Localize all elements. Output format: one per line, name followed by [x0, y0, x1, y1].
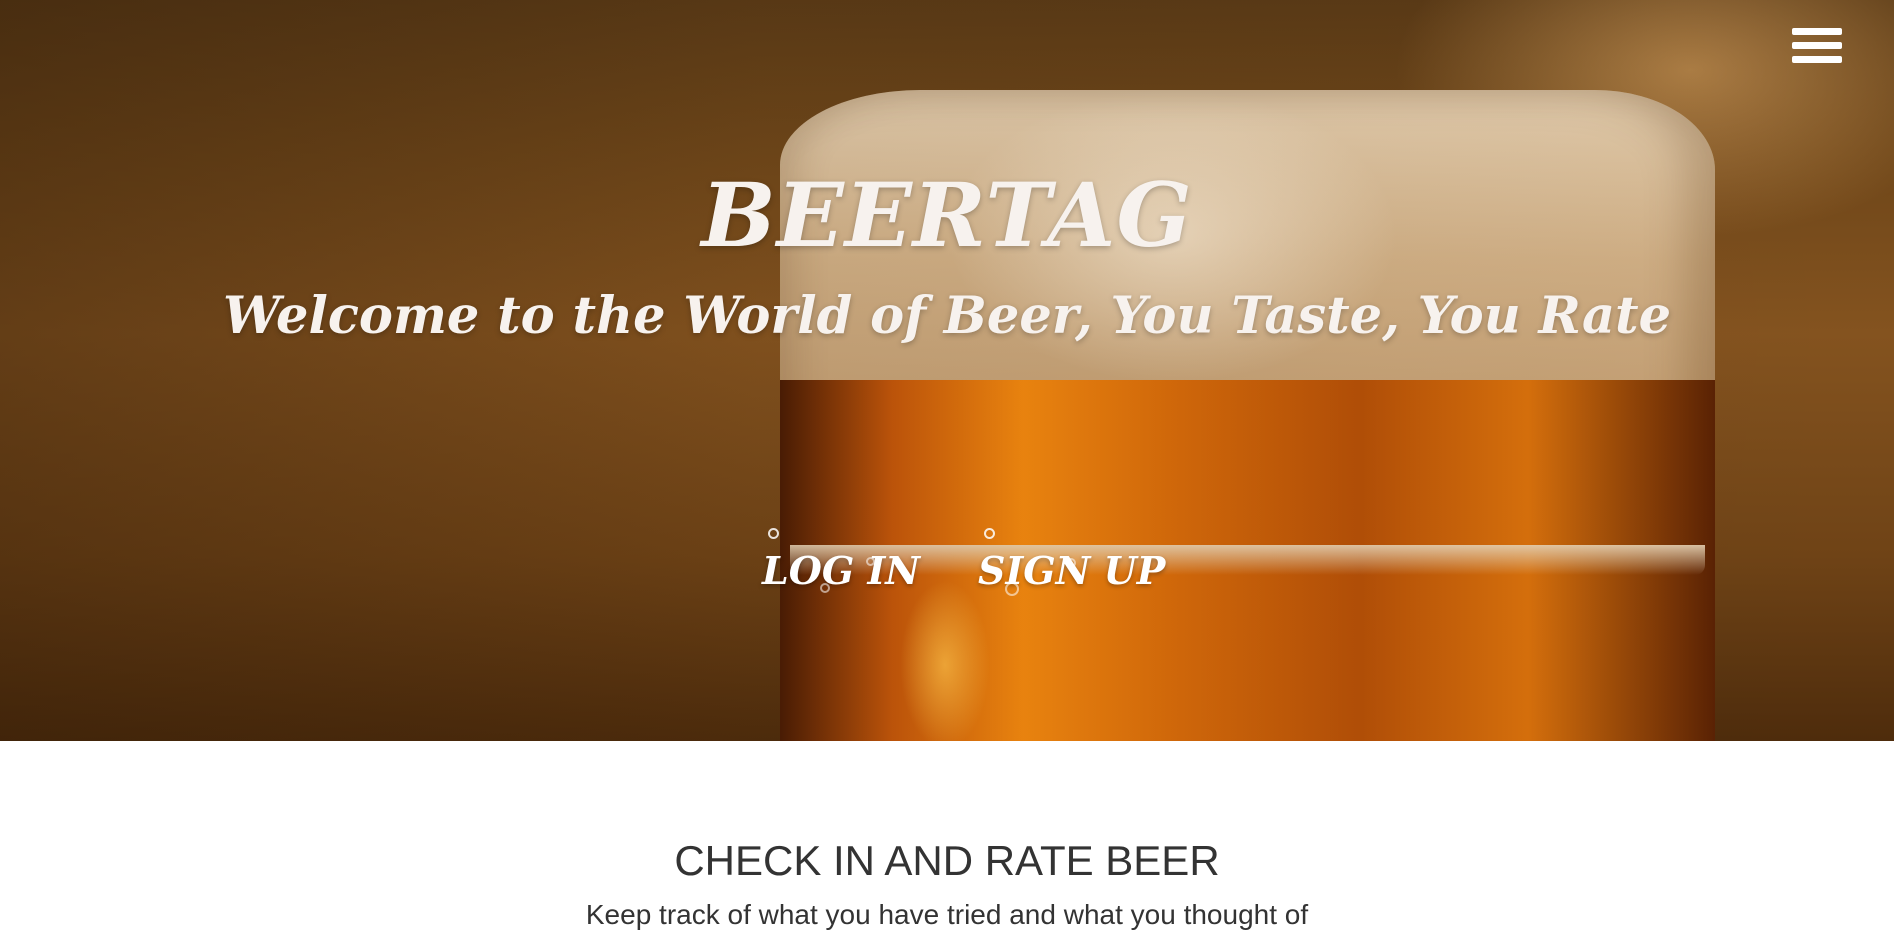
- bullet-icon: [768, 528, 779, 539]
- feature-section: CHECK IN AND RATE BEER Keep track of wha…: [0, 741, 1894, 940]
- menu-bar-middle: [1792, 42, 1842, 49]
- brand-title: BEERTAG: [701, 163, 1193, 267]
- bullet-icon: [984, 528, 996, 539]
- feature-description: Keep track of what you have tried and wh…: [585, 899, 1309, 930]
- hero-section: BEERTAG Welcome to the World of Beer, Yo…: [0, 0, 1894, 741]
- bubble-decoration: [866, 557, 875, 566]
- menu-bar-bottom: [1792, 56, 1842, 63]
- hero-tagline: Welcome to the World of Beer, You Taste,…: [222, 286, 1672, 346]
- menu-bar-top: [1792, 28, 1842, 35]
- hero-overlay: [0, 0, 1894, 741]
- bubble-decoration: [1066, 558, 1076, 568]
- hamburger-menu-icon[interactable]: [1792, 28, 1842, 70]
- bubble-decoration: [820, 583, 830, 593]
- feature-title: CHECK IN AND RATE BEER: [674, 837, 1220, 884]
- bubble-decoration: [1005, 582, 1019, 596]
- login-link[interactable]: LOG IN: [762, 528, 920, 598]
- login-label: LOG IN: [762, 548, 921, 593]
